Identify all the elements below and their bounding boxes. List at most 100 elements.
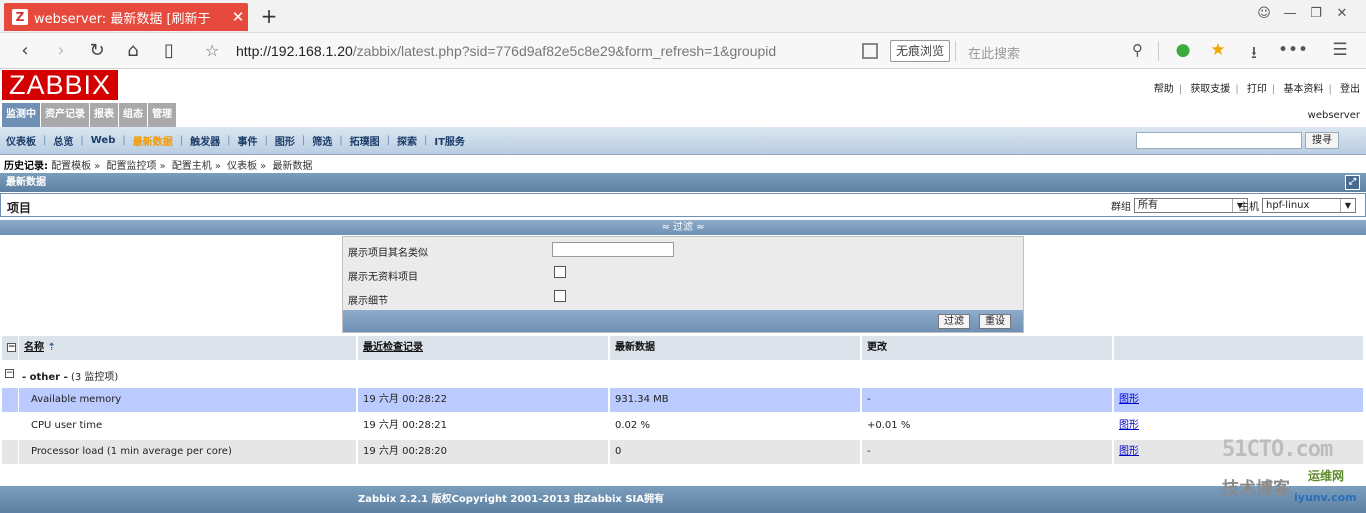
history-link[interactable]: 最新数据 xyxy=(272,161,312,172)
main-menu: 监测中 资产记录 报表 组态 管理 xyxy=(2,103,177,127)
search-button[interactable]: 搜寻 xyxy=(1305,132,1339,149)
minimize-icon[interactable]: — xyxy=(1278,6,1302,21)
more-icon[interactable]: ••• xyxy=(1278,40,1308,60)
sub-menu-discovery[interactable]: 探索 xyxy=(397,133,417,148)
history-link[interactable]: 配置模板 xyxy=(51,161,91,172)
main-menu-reports[interactable]: 报表 xyxy=(90,103,118,127)
item-graph-cell: 图形 xyxy=(1114,388,1363,412)
qr-code-icon[interactable] xyxy=(862,43,878,59)
new-tab-icon[interactable]: + xyxy=(258,4,280,28)
item-name: Available memory xyxy=(19,388,356,412)
browser-nav-bar: ‹ › ↻ ⌂ ▯ ☆ http://192.168.1.20/zabbix/l… xyxy=(0,33,1366,69)
main-menu-configuration[interactable]: 组态 xyxy=(119,103,147,127)
filter-name-input[interactable] xyxy=(552,242,674,257)
chevron-down-icon: ▼ xyxy=(1340,199,1355,212)
item-last-value: 0 xyxy=(610,440,860,464)
address-bar[interactable]: http://192.168.1.20/zabbix/latest.php?si… xyxy=(236,43,826,59)
global-search-input[interactable] xyxy=(1136,132,1302,149)
browser-tab[interactable]: Z webserver: 最新数据 [刷新于 ✕ xyxy=(4,3,248,31)
sub-menu-dashboard[interactable]: 仪表板 xyxy=(6,133,36,148)
sub-menu-overview[interactable]: 总览 xyxy=(53,133,73,148)
sort-asc-icon: ⇡ xyxy=(47,342,56,353)
support-link[interactable]: 获取支援 xyxy=(1190,84,1230,95)
history-link[interactable]: 配置主机 xyxy=(172,161,212,172)
filter-button[interactable]: 过滤 xyxy=(938,314,970,329)
group-select[interactable]: 所有 ▼ xyxy=(1134,198,1248,213)
close-tab-icon[interactable]: ✕ xyxy=(228,8,248,26)
bookmark-star-icon[interactable]: ☆ xyxy=(205,41,219,60)
user-icon[interactable]: ☺ xyxy=(1252,6,1276,21)
filter-name-label: 展示项目其名类似 xyxy=(348,248,428,259)
browser-search-input[interactable]: 在此搜索 xyxy=(968,43,1020,62)
reset-button[interactable]: 重设 xyxy=(979,314,1011,329)
collapse-all-icon[interactable]: − xyxy=(7,343,16,352)
host-filter: 主机 hpf-linux ▼ xyxy=(1239,198,1356,213)
section-header: 最新数据 ⤢ xyxy=(0,173,1366,192)
graph-link[interactable]: 图形 xyxy=(1119,446,1139,457)
main-menu-inventory[interactable]: 资产记录 xyxy=(41,103,89,127)
url-path: /zabbix/latest.php?sid=776d9af82e5c8e29&… xyxy=(352,43,777,59)
toolbar-divider xyxy=(955,41,956,61)
toolbar-divider xyxy=(1158,41,1159,61)
items-bar: 项目 群组 所有 ▼ 主机 hpf-linux ▼ xyxy=(0,193,1366,217)
logout-link[interactable]: 登出 xyxy=(1340,84,1360,95)
favorites-star-icon[interactable]: ★ xyxy=(1206,40,1230,60)
table-row[interactable]: Available memory 19 六月 00:28:22 931.34 M… xyxy=(0,388,1366,412)
reload-icon[interactable]: ↻ xyxy=(84,39,110,63)
sub-menu-triggers[interactable]: 触发器 xyxy=(190,133,220,148)
sub-menu-graphs[interactable]: 图形 xyxy=(275,133,295,148)
watermark-line2: 技术博客 xyxy=(1222,479,1290,499)
host-select[interactable]: hpf-linux ▼ xyxy=(1262,198,1356,213)
table-header-row: − 名称 ⇡ 最近检查记录 最新数据 更改 xyxy=(0,336,1366,360)
print-link[interactable]: 打印 xyxy=(1247,84,1267,95)
col-name[interactable]: 名称 ⇡ xyxy=(19,336,356,360)
group-select-value: 所有 xyxy=(1138,200,1158,211)
profile-link[interactable]: 基本资料 xyxy=(1283,84,1323,95)
forward-icon[interactable]: › xyxy=(48,39,74,63)
filter-panel: 展示项目其名类似 展示无资料项目 展示细节 过滤 重设 xyxy=(342,236,1024,333)
sub-menu-web[interactable]: Web xyxy=(91,135,116,146)
item-last-check: 19 六月 00:28:21 xyxy=(358,414,608,438)
wechat-icon[interactable]: ● xyxy=(1171,40,1195,60)
item-change: - xyxy=(862,440,1112,464)
window-close-icon[interactable]: ✕ xyxy=(1330,6,1354,21)
group-row: − - other - (3 监控项) xyxy=(0,363,1366,385)
sub-menu-latest-data[interactable]: 最新数据 xyxy=(133,133,173,148)
sub-menu-events[interactable]: 事件 xyxy=(238,133,258,148)
graph-link[interactable]: 图形 xyxy=(1119,420,1139,431)
sub-menu-screens[interactable]: 筛选 xyxy=(312,133,332,148)
col-last-check[interactable]: 最近检查记录 xyxy=(358,336,608,360)
table-row[interactable]: Processor load (1 min average per core) … xyxy=(0,440,1366,464)
host-select-value: hpf-linux xyxy=(1266,200,1310,211)
top-links: 帮助 | 获取支援 | 打印 | 基本资料 | 登出 xyxy=(1153,84,1360,95)
item-last-check: 19 六月 00:28:22 xyxy=(358,388,608,412)
copyright-text: Zabbix 2.2.1 版权Copyright 2001-2013 由Zabb… xyxy=(357,494,665,505)
history-link[interactable]: 仪表板 xyxy=(227,161,257,172)
collapse-group-icon[interactable]: − xyxy=(5,369,14,378)
sub-menu-it-services[interactable]: IT服务 xyxy=(434,133,465,148)
back-icon[interactable]: ‹ xyxy=(12,39,38,63)
menu-icon[interactable]: ☰ xyxy=(1328,40,1352,60)
incognito-button[interactable]: 无痕浏览 xyxy=(890,40,951,62)
download-icon[interactable]: ⭳ xyxy=(1242,40,1266,69)
col-actions xyxy=(1114,336,1363,360)
sub-menu-maps[interactable]: 拓璞图 xyxy=(350,133,380,148)
item-name: CPU user time xyxy=(19,414,356,438)
fullscreen-icon[interactable]: ⤢ xyxy=(1345,175,1360,190)
filter-toggle[interactable]: ≈ 过滤 ≈ xyxy=(0,220,1366,235)
group-filter: 群组 所有 ▼ xyxy=(1111,198,1248,213)
show-no-data-checkbox[interactable] xyxy=(554,266,566,278)
page-footer: Zabbix 2.2.1 版权Copyright 2001-2013 由Zabb… xyxy=(0,486,1366,513)
home-icon[interactable]: ⌂ xyxy=(120,39,146,63)
restore-icon[interactable]: ❐ xyxy=(1304,6,1328,21)
table-row[interactable]: CPU user time 19 六月 00:28:21 0.02 % +0.0… xyxy=(0,414,1366,438)
main-menu-monitoring[interactable]: 监测中 xyxy=(2,103,40,127)
zabbix-logo[interactable]: ZABBIX xyxy=(2,70,118,100)
main-menu-administration[interactable]: 管理 xyxy=(148,103,176,127)
show-details-checkbox[interactable] xyxy=(554,290,566,302)
history-link[interactable]: 配置监控项 xyxy=(107,161,157,172)
search-icon[interactable]: ⚲ xyxy=(1132,41,1143,59)
graph-link[interactable]: 图形 xyxy=(1119,394,1139,405)
help-link[interactable]: 帮助 xyxy=(1154,84,1174,95)
reader-icon[interactable]: ▯ xyxy=(156,39,182,63)
